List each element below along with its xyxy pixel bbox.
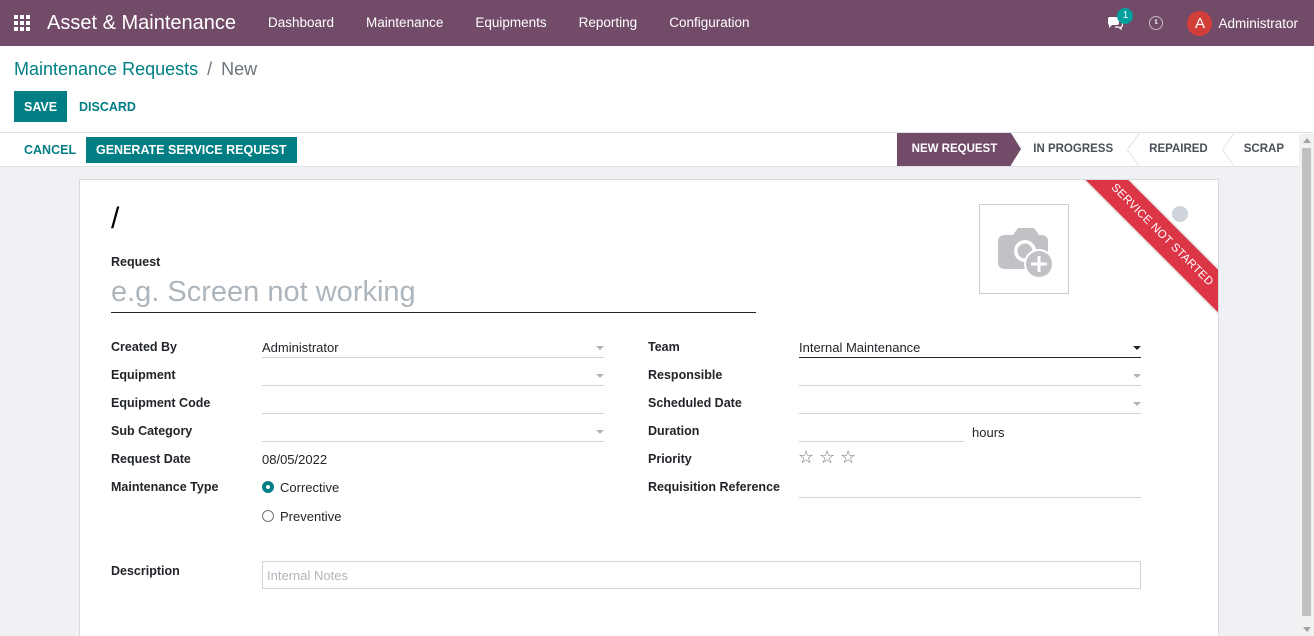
scroll-up-arrow-icon[interactable]	[1303, 138, 1311, 143]
priority-star-icon[interactable]: ☆	[840, 448, 856, 466]
equipment-label: Equipment	[111, 368, 176, 382]
scheduled-date-field[interactable]	[799, 394, 1141, 414]
description-field[interactable]: Internal Notes	[262, 561, 1141, 589]
apps-menu-icon[interactable]	[13, 14, 31, 32]
stage-scrap[interactable]: SCRAP	[1221, 133, 1298, 166]
team-value: Internal Maintenance	[799, 340, 921, 355]
scrollbar[interactable]	[1299, 134, 1314, 636]
stage-pipeline: NEW REQUEST IN PROGRESS REPAIRED SCRAP	[896, 133, 1298, 166]
chat-icon[interactable]: 1	[1107, 8, 1134, 30]
responsible-label: Responsible	[648, 368, 723, 382]
radio-preventive-label[interactable]: Preventive	[280, 509, 341, 524]
sub-category-label: Sub Category	[111, 424, 193, 438]
duration-field[interactable]	[799, 422, 964, 442]
stage-repaired[interactable]: REPAIRED	[1127, 133, 1222, 166]
breadcrumb-parent[interactable]: Maintenance Requests	[14, 59, 198, 79]
user-menu[interactable]: Administrator	[1218, 16, 1298, 31]
duration-label: Duration	[648, 424, 700, 438]
priority-label: Priority	[648, 452, 692, 466]
request-label: Request	[111, 255, 161, 269]
dropdown-caret-icon[interactable]	[1133, 374, 1141, 378]
sub-category-field[interactable]	[262, 422, 604, 442]
requisition-reference-field[interactable]	[799, 478, 1141, 498]
priority-star-icon[interactable]: ☆	[798, 448, 814, 466]
team-label: Team	[648, 340, 680, 354]
equipment-code-label: Equipment Code	[111, 396, 211, 410]
stage-new-request[interactable]: NEW REQUEST	[896, 133, 1021, 166]
stage-in-progress[interactable]: IN PROGRESS	[1011, 133, 1128, 166]
duration-unit: hours	[972, 425, 1005, 440]
request-input[interactable]	[111, 273, 756, 313]
radio-corrective-label[interactable]: Corrective	[280, 480, 339, 495]
request-date-value: 08/05/2022	[262, 452, 328, 467]
dropdown-caret-icon[interactable]	[596, 374, 604, 378]
radio-corrective[interactable]	[262, 481, 274, 493]
breadcrumb-current: New	[221, 59, 258, 79]
status-bar: CANCEL GENERATE SERVICE REQUEST NEW REQU…	[0, 132, 1314, 167]
radio-preventive[interactable]	[262, 510, 274, 522]
breadcrumb: Maintenance Requests / New	[14, 59, 257, 80]
image-upload[interactable]	[979, 204, 1069, 294]
form-sheet: SERVICE NOT STARTED / Request Created By…	[79, 179, 1219, 636]
description-label: Description	[111, 564, 180, 578]
dropdown-caret-icon[interactable]	[1133, 346, 1141, 350]
responsible-field[interactable]	[799, 366, 1141, 386]
team-field[interactable]: Internal Maintenance	[799, 338, 1141, 358]
created-by-field[interactable]: Administrator	[262, 338, 604, 358]
avatar[interactable]: A	[1187, 10, 1213, 36]
menu-maintenance[interactable]: Maintenance	[350, 0, 459, 46]
dropdown-caret-icon[interactable]	[596, 430, 604, 434]
menu-equipments[interactable]: Equipments	[459, 0, 562, 46]
menu-reporting[interactable]: Reporting	[563, 0, 654, 46]
generate-service-request-button[interactable]: GENERATE SERVICE REQUEST	[86, 137, 297, 163]
priority-star-icon[interactable]: ☆	[819, 448, 835, 466]
dropdown-caret-icon[interactable]	[1133, 402, 1141, 406]
equipment-field[interactable]	[262, 366, 604, 386]
requisition-reference-label: Requisition Reference	[648, 480, 780, 494]
ribbon-circle-decoration	[1172, 206, 1188, 222]
chat-count-badge: 1	[1117, 8, 1134, 24]
status-ribbon: SERVICE NOT STARTED	[1080, 180, 1218, 317]
record-name: /	[111, 202, 120, 235]
breadcrumb-separator: /	[207, 59, 213, 79]
top-navbar: Asset & Maintenance Dashboard Maintenanc…	[0, 0, 1314, 46]
activity-clock-icon[interactable]	[1149, 16, 1164, 30]
scroll-down-arrow-icon[interactable]	[1303, 627, 1311, 632]
menu-dashboard[interactable]: Dashboard	[252, 0, 350, 46]
app-title[interactable]: Asset & Maintenance	[47, 12, 236, 35]
systray: 1 A Administrator	[1107, 0, 1298, 46]
scroll-thumb[interactable]	[1302, 148, 1311, 616]
request-date-label: Request Date	[111, 452, 191, 466]
save-button[interactable]: SAVE	[14, 91, 68, 122]
control-panel: Maintenance Requests / New SAVE DISCARD	[0, 46, 1314, 132]
discard-button[interactable]: DISCARD	[69, 91, 146, 122]
maintenance-type-label: Maintenance Type	[111, 480, 219, 494]
menu-configuration[interactable]: Configuration	[653, 0, 765, 46]
equipment-code-field[interactable]	[262, 394, 604, 414]
cancel-button[interactable]: CANCEL	[14, 137, 86, 163]
scheduled-date-label: Scheduled Date	[648, 396, 742, 410]
camera-add-icon	[998, 228, 1054, 279]
created-by-value: Administrator	[262, 340, 339, 355]
created-by-label: Created By	[111, 340, 177, 354]
dropdown-caret-icon[interactable]	[596, 346, 604, 350]
